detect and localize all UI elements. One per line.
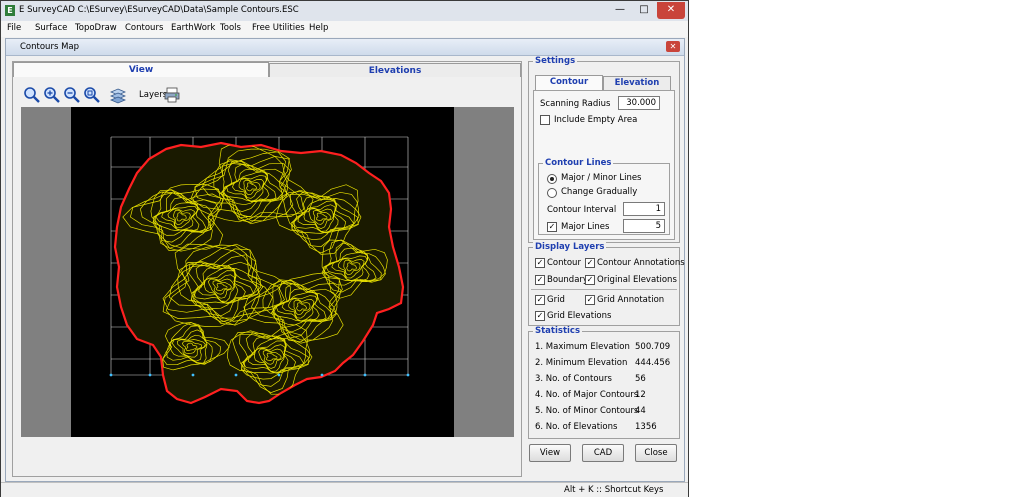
map-toolbar: Layers: [23, 86, 183, 106]
menu-tools[interactable]: Tools: [220, 23, 241, 33]
grid-annotation-label: Grid Annotation: [597, 295, 665, 305]
scanning-radius-input[interactable]: 30.000: [618, 96, 660, 110]
app-logo-icon: E: [5, 5, 15, 16]
include-empty-area-label: Include Empty Area: [554, 115, 638, 125]
display-layers-title: Display Layers: [533, 242, 607, 252]
menu-surface[interactable]: Surface: [35, 23, 67, 33]
menu-earthwork[interactable]: EarthWork: [171, 23, 215, 33]
title-bar: E E SurveyCAD C:\ESurvey\ESurveyCAD\Data…: [1, 1, 688, 22]
app-window: E E SurveyCAD C:\ESurvey\ESurveyCAD\Data…: [0, 0, 689, 497]
menu-file[interactable]: File: [7, 23, 21, 33]
major-minor-radio[interactable]: [547, 174, 557, 184]
tab-contour[interactable]: Contour: [535, 75, 603, 90]
grid-point: [277, 373, 281, 377]
menu-bar: File Surface TopoDraw Contours EarthWork…: [1, 21, 688, 37]
scanning-radius-label: Scanning Radius: [540, 99, 611, 109]
original-elevations-label: Original Elevations: [597, 275, 677, 285]
stat-label: 5. No. of Minor Contours: [535, 406, 639, 416]
stat-value: 1356: [635, 422, 657, 432]
contour-layer-label: Contour: [547, 258, 581, 268]
contour-layer-checkbox[interactable]: ✓: [535, 258, 545, 268]
stat-value: 444.456: [635, 358, 671, 368]
grid-elevations-checkbox[interactable]: ✓: [535, 311, 545, 321]
stat-label: 3. No. of Contours: [535, 374, 612, 384]
major-minor-label: Major / Minor Lines: [561, 173, 642, 183]
settings-title: Settings: [533, 56, 578, 66]
menu-free-utilities[interactable]: Free Utilities: [252, 23, 305, 33]
display-layers-group: Display Layers ✓ Contour ✓ Contour Annot…: [528, 242, 685, 326]
major-lines-input[interactable]: 5: [623, 219, 665, 233]
grid-point: [148, 373, 152, 377]
view-button[interactable]: View: [529, 444, 571, 462]
dialog-close-button[interactable]: ✕: [666, 41, 680, 52]
include-empty-area-checkbox[interactable]: [540, 115, 550, 125]
boundary-layer-checkbox[interactable]: ✓: [535, 275, 545, 285]
status-bar: Alt + K :: Shortcut Keys: [1, 482, 688, 497]
change-gradually-label: Change Gradually: [561, 187, 638, 197]
change-gradually-radio[interactable]: [547, 188, 557, 198]
contour-map: [109, 136, 410, 405]
contour-annotations-checkbox[interactable]: ✓: [585, 258, 595, 268]
print-icon[interactable]: [163, 86, 181, 104]
tab-elevation-grid[interactable]: Elevation Grid: [603, 76, 671, 101]
menu-contours[interactable]: Contours: [125, 23, 163, 33]
stat-label: 6. No. of Elevations: [535, 422, 618, 432]
close-window-button[interactable]: ✕: [657, 2, 685, 19]
layers-icon[interactable]: [109, 86, 127, 104]
contour-map-canvas[interactable]: [71, 107, 454, 437]
grid-annotation-checkbox[interactable]: ✓: [585, 295, 595, 305]
menu-topodraw[interactable]: TopoDraw: [75, 23, 117, 33]
cad-button[interactable]: CAD: [582, 444, 624, 462]
grid-layer-checkbox[interactable]: ✓: [535, 295, 545, 305]
contour-annotations-label: Contour Annotations: [597, 258, 685, 268]
contour-lines-title: Contour Lines: [543, 158, 614, 168]
dialog-title: Contours Map: [20, 42, 80, 52]
stat-value: 12: [635, 390, 646, 400]
grid-point: [234, 373, 238, 377]
zoom-in-icon[interactable]: [43, 86, 61, 104]
grid-layer-label: Grid: [547, 295, 565, 305]
site-boundary: [113, 141, 405, 405]
contours-map-dialog: Contours Map ✕ View Elevations Layers Se…: [5, 38, 685, 482]
zoom-out-icon[interactable]: [63, 86, 81, 104]
zoom-window-icon[interactable]: [83, 86, 101, 104]
grid-point: [109, 373, 113, 377]
grid-point: [406, 373, 410, 377]
stat-label: 2. Minimum Elevation: [535, 358, 628, 368]
grid-point: [191, 373, 195, 377]
zoom-extents-icon[interactable]: [23, 86, 41, 104]
stat-value: 44: [635, 406, 646, 416]
original-elevations-checkbox[interactable]: ✓: [585, 275, 595, 285]
statistics-group: Statistics 1. Maximum Elevation 500.709 …: [528, 326, 680, 439]
shortcut-keys-hint: Alt + K :: Shortcut Keys: [564, 485, 664, 495]
grid-point: [363, 373, 367, 377]
menu-help[interactable]: Help: [309, 23, 328, 33]
grid-point: [320, 373, 324, 377]
settings-group: Settings Contour Elevation Grid Scanning…: [528, 56, 680, 243]
window-title: E SurveyCAD C:\ESurvey\ESurveyCAD\Data\S…: [19, 5, 299, 15]
map-panel: View Elevations Layers: [12, 61, 522, 477]
statistics-title: Statistics: [533, 326, 583, 336]
contour-interval-input[interactable]: 1: [623, 202, 665, 216]
tab-view[interactable]: View: [13, 62, 269, 77]
tab-elevations[interactable]: Elevations: [269, 63, 521, 77]
maximize-button[interactable]: □: [633, 2, 655, 19]
contour-interval-label: Contour Interval: [547, 205, 617, 215]
contour-settings-panel: Scanning Radius 30.000 Include Empty Are…: [533, 90, 675, 240]
major-lines-checkbox[interactable]: ✓: [547, 222, 557, 232]
stat-label: 4. No. of Major Contours: [535, 390, 639, 400]
grid-elevations-label: Grid Elevations: [547, 311, 612, 321]
map-viewport[interactable]: [21, 107, 514, 437]
contour-lines-group: Contour Lines Major / Minor Lines Change…: [538, 158, 670, 235]
boundary-layer-label: Boundary: [547, 275, 588, 285]
minimize-button[interactable]: —: [609, 2, 631, 19]
stat-value: 500.709: [635, 342, 671, 352]
layers-divider: [531, 289, 677, 290]
stat-label: 1. Maximum Elevation: [535, 342, 630, 352]
stat-value: 56: [635, 374, 646, 384]
dialog-title-bar: Contours Map ✕: [6, 39, 684, 56]
close-button[interactable]: Close: [635, 444, 677, 462]
major-lines-label: Major Lines: [561, 222, 610, 232]
